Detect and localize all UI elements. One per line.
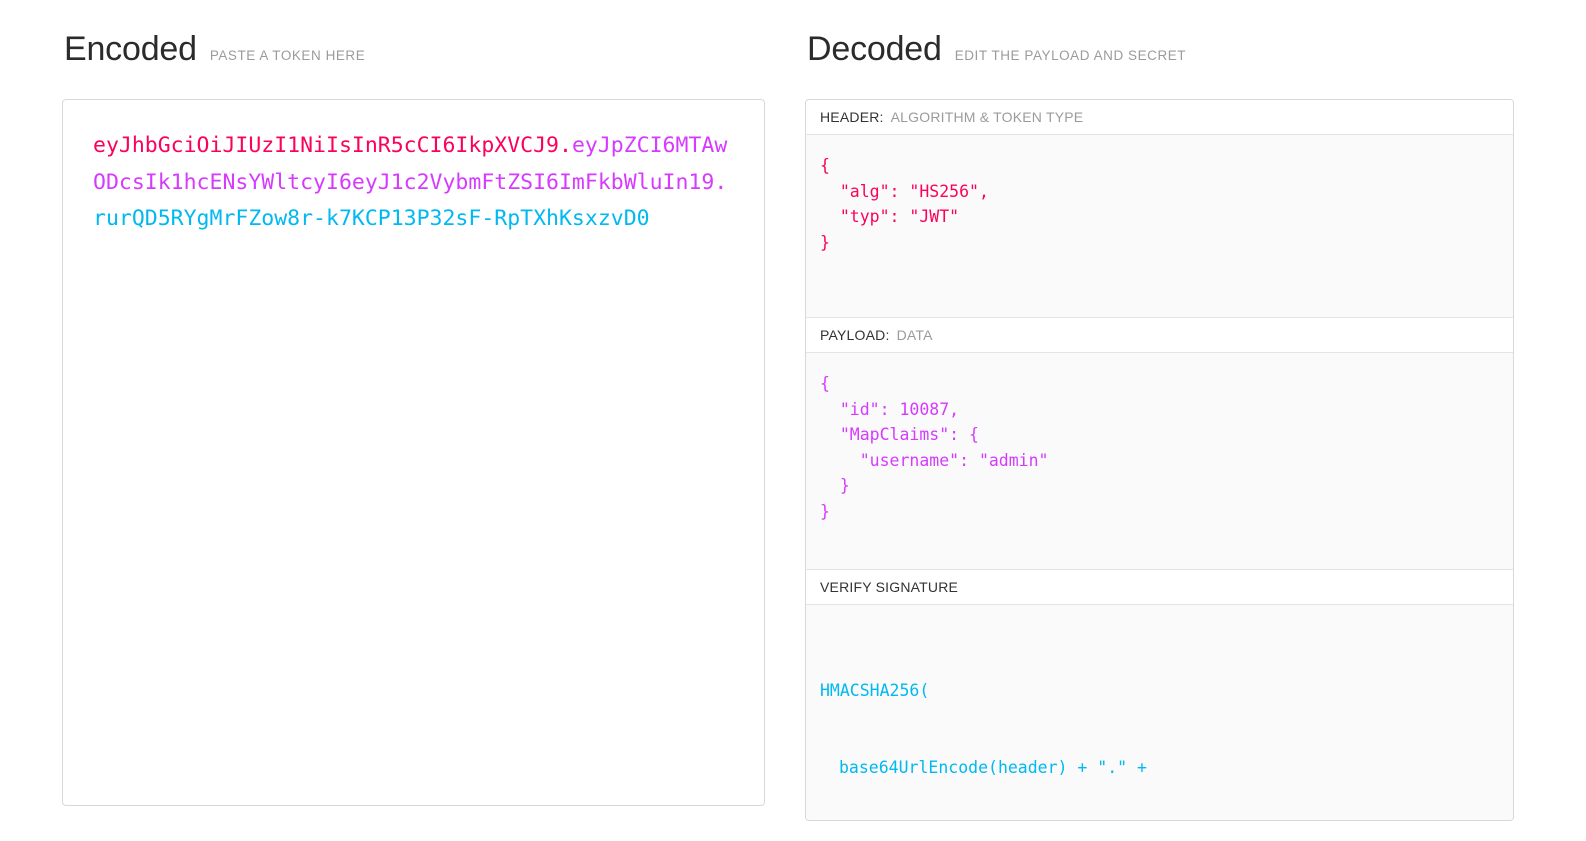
header-label-muted: ALGORITHM & TOKEN TYPE [890,109,1084,125]
token-header-segment: eyJhbGciOiJIUzI1NiIsInR5cCI6IkpXVCJ9 [93,133,559,158]
decoded-title: Decoded [807,30,942,68]
encoded-column: Encoded PASTE A TOKEN HERE eyJhbGciOiJIU… [62,32,765,841]
decoded-panel: HEADER: ALGORITHM & TOKEN TYPE { "alg": … [805,99,1514,821]
token-signature-segment: rurQD5RYgMrFZow8r-k7KCP13P32sF-RpTXhKsxz… [93,206,650,231]
payload-section-label: PAYLOAD: DATA [806,318,1513,353]
encoded-heading: Encoded PASTE A TOKEN HERE [62,32,765,84]
payload-json-editor[interactable]: { "id": 10087, "MapClaims": { "username"… [806,353,1513,570]
signature-line-2: base64UrlEncode(header) + "." + [839,757,1147,777]
header-json-editor[interactable]: { "alg": "HS256", "typ": "JWT" } [806,135,1513,318]
signature-editor: HMACSHA256( base64UrlEncode(header) + ".… [806,605,1513,820]
encoded-token-text[interactable]: eyJhbGciOiJIUzI1NiIsInR5cCI6IkpXVCJ9.eyJ… [93,128,738,238]
payload-label-muted: DATA [896,327,933,343]
signature-label: VERIFY SIGNATURE [820,579,959,595]
decoded-subtitle: EDIT THE PAYLOAD AND SECRET [954,48,1187,63]
signature-line-1: HMACSHA256( [820,681,930,700]
encoded-title: Encoded [64,30,197,68]
decoded-column: Decoded EDIT THE PAYLOAD AND SECRET HEAD… [805,32,1514,841]
header-label: HEADER: [820,109,884,125]
token-separator-1: . [559,133,572,158]
header-section-label: HEADER: ALGORITHM & TOKEN TYPE [806,100,1513,135]
encoded-token-input[interactable]: eyJhbGciOiJIUzI1NiIsInR5cCI6IkpXVCJ9.eyJ… [62,99,765,806]
token-separator-2: . [714,169,728,195]
decoded-heading: Decoded EDIT THE PAYLOAD AND SECRET [805,32,1514,84]
payload-label: PAYLOAD: [820,327,890,343]
jwt-debugger-page: Encoded PASTE A TOKEN HERE eyJhbGciOiJIU… [0,0,1586,841]
signature-section-label: VERIFY SIGNATURE [806,570,1513,605]
encoded-subtitle: PASTE A TOKEN HERE [209,48,366,63]
